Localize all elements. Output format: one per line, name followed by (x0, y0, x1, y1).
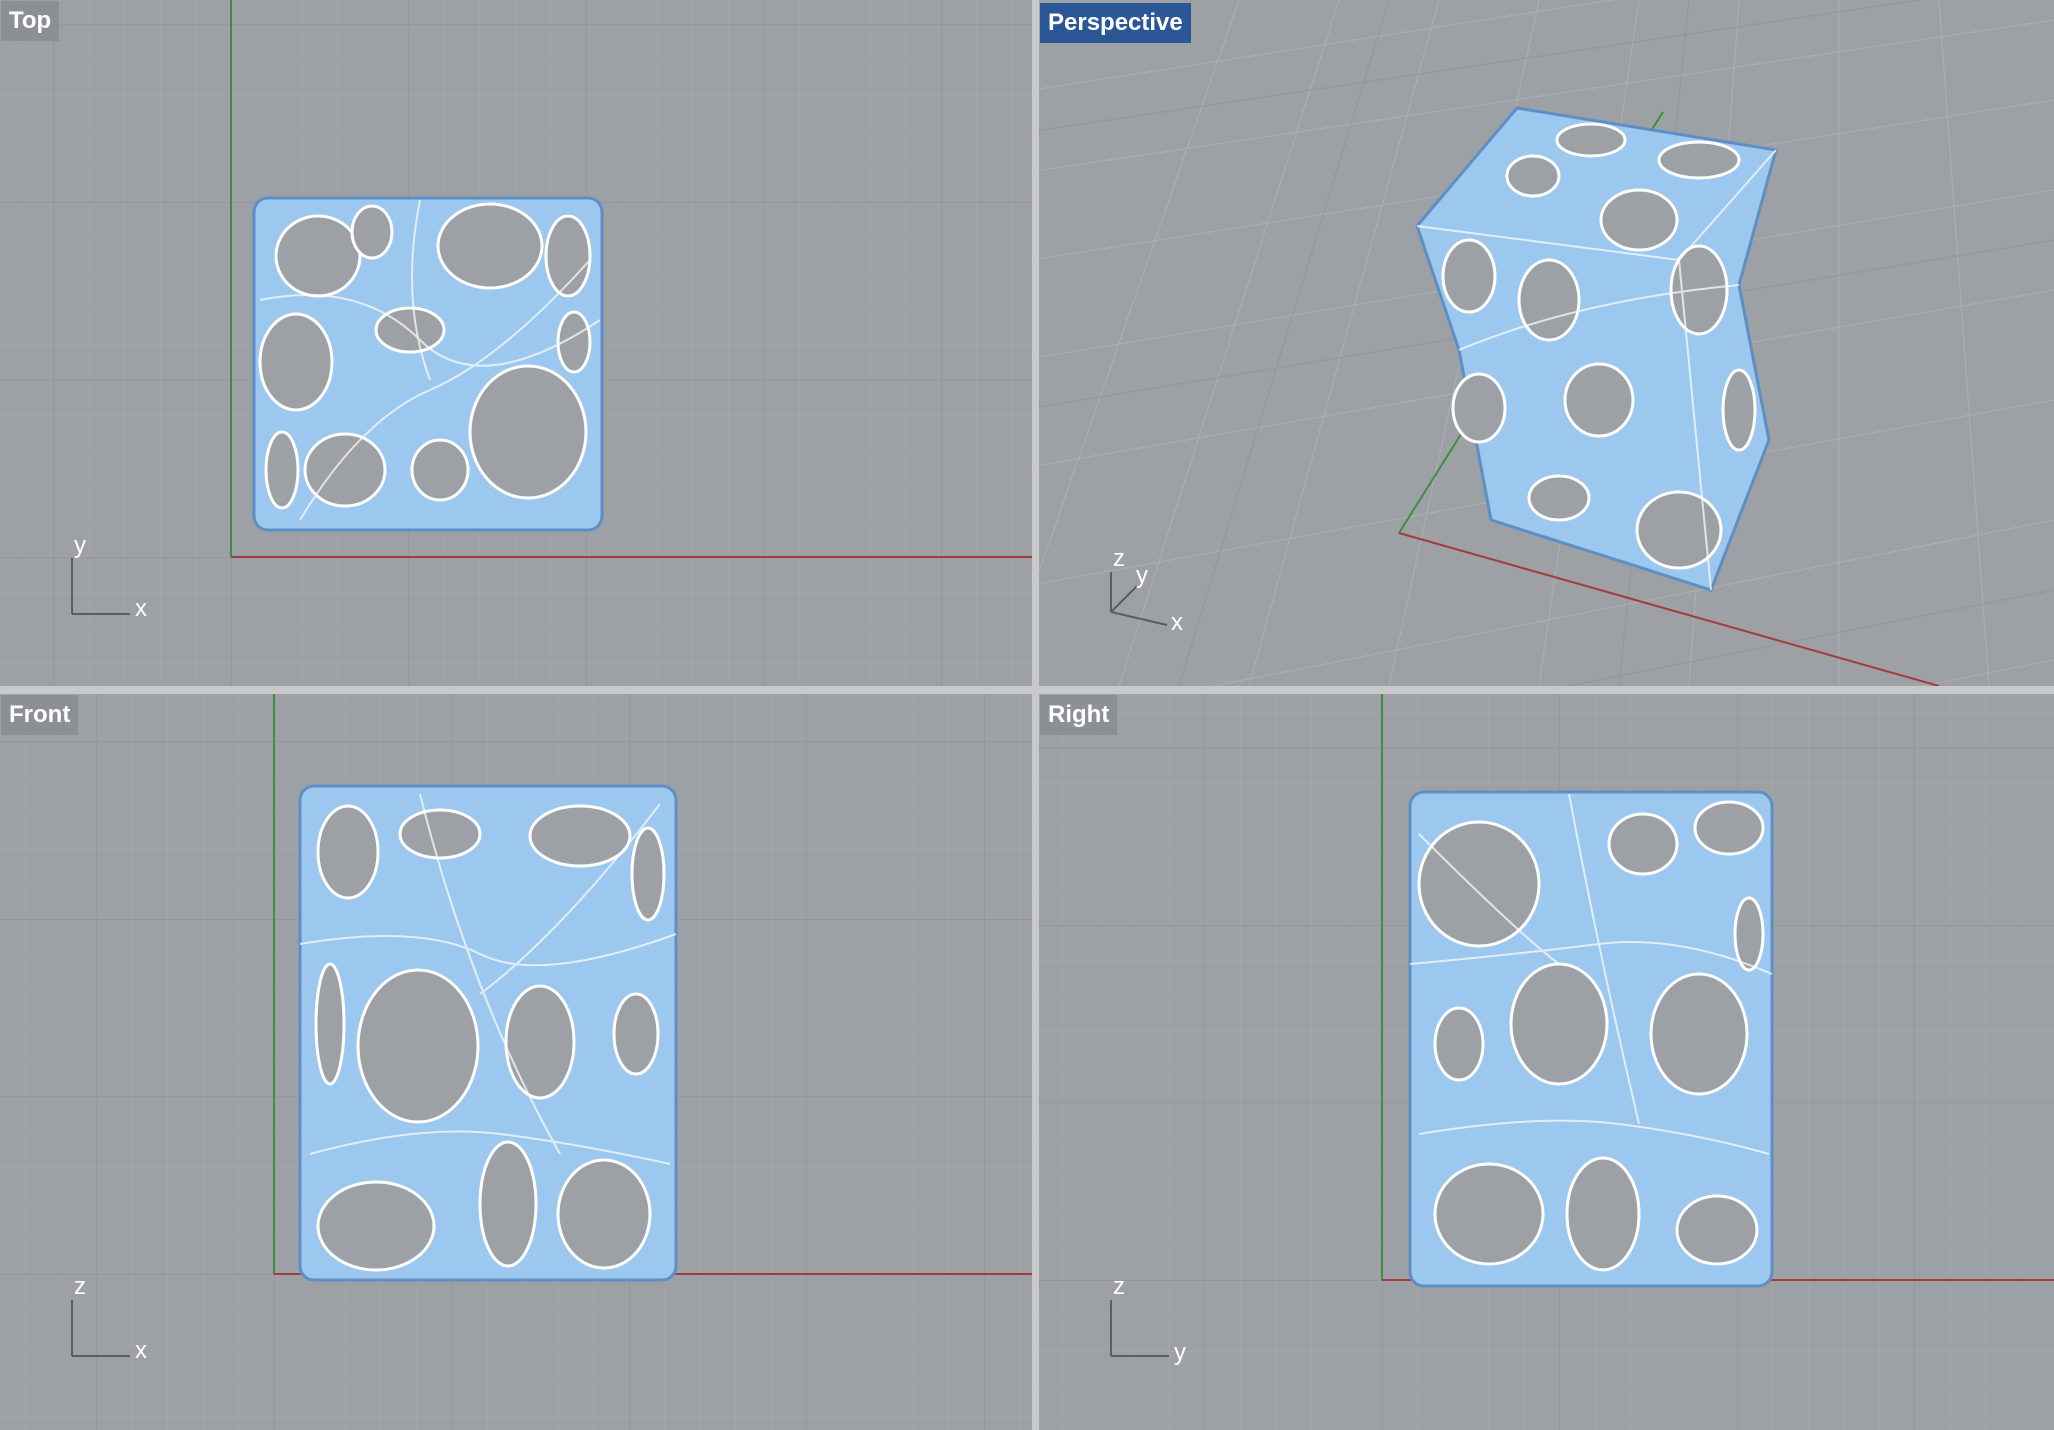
axis-label-x: x (135, 1337, 147, 1364)
viewport-top[interactable]: Top y x (0, 0, 1032, 686)
front-canvas[interactable]: z x (0, 694, 1032, 1430)
axis-label-y: y (1136, 562, 1148, 589)
axis-label-z: z (1113, 545, 1125, 572)
lattice-object-front[interactable] (298, 784, 678, 1282)
viewport-title-right[interactable]: Right (1040, 695, 1118, 735)
viewport-title-perspective[interactable]: Perspective (1040, 3, 1191, 43)
lattice-object-perspective[interactable] (1415, 106, 1778, 592)
viewport-front[interactable]: Front z x (0, 694, 1032, 1430)
viewport-perspective[interactable]: Perspective z y x (1039, 0, 2054, 686)
axis-label-y: y (74, 532, 86, 559)
lattice-object-top[interactable] (252, 196, 604, 532)
viewport-title-top[interactable]: Top (1, 1, 60, 41)
axis-label-x: x (135, 595, 147, 622)
axis-gizmo-perspective: z y x (1110, 545, 1183, 636)
right-canvas[interactable]: z y (1039, 694, 2054, 1430)
axis-label-z: z (74, 1273, 86, 1300)
axis-label-y: y (1174, 1339, 1186, 1366)
axis-label-x: x (1171, 609, 1183, 636)
viewport-right[interactable]: Right z y (1039, 694, 2054, 1430)
axis-label-z: z (1113, 1273, 1125, 1300)
viewport-workspace: Top y x Perspective z y x Front z x Righ… (0, 0, 2054, 1430)
perspective-canvas[interactable]: z y x (1039, 0, 2054, 686)
viewport-title-front[interactable]: Front (1, 695, 79, 735)
top-canvas[interactable]: y x (0, 0, 1032, 686)
lattice-object-right[interactable] (1408, 790, 1774, 1288)
